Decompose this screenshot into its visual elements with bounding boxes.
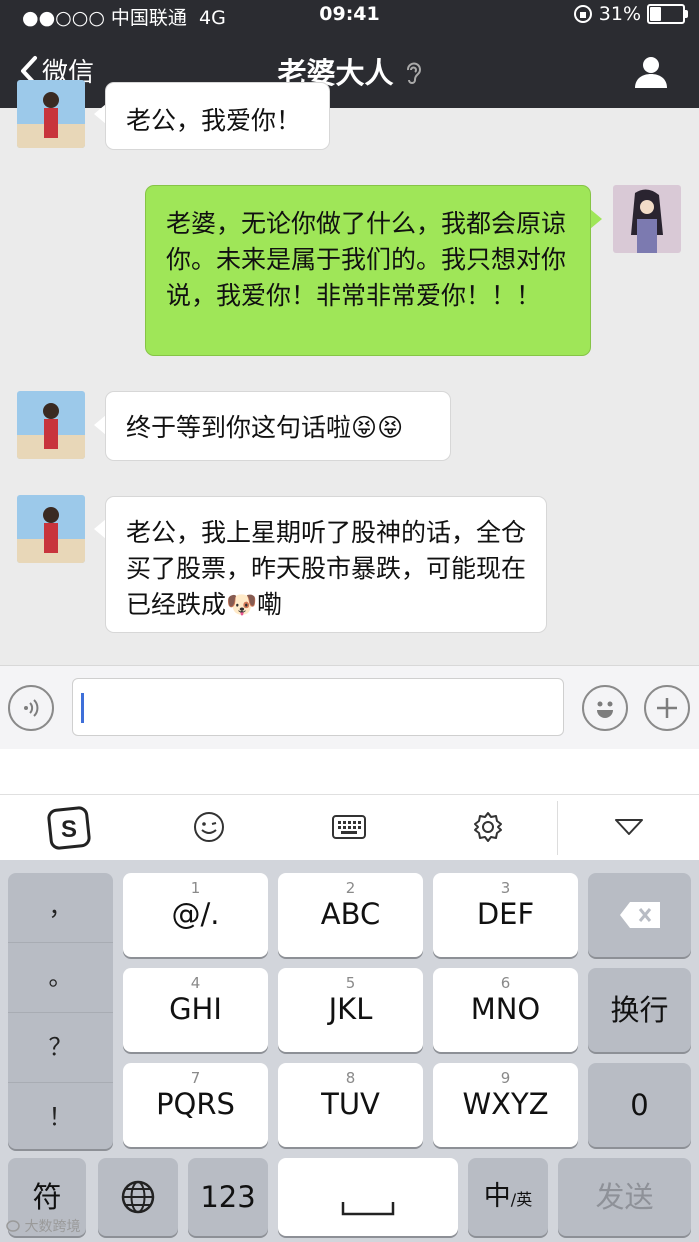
zero-label: 0 [630, 1088, 649, 1122]
key-9[interactable]: 9 WXYZ [433, 1063, 578, 1147]
keyboard: ， 。 ？ ！ 1 @/. 2 ABC 3 DEF 4 GHI 5 JKL 6 MNO 换行… [0, 860, 699, 1242]
chat-title: 老婆大人 [0, 50, 699, 92]
avatar-wife[interactable] [17, 391, 85, 459]
key-number: 6 [500, 974, 511, 992]
battery-icon [647, 4, 688, 24]
backspace-icon [619, 902, 660, 928]
message-bubble-incoming[interactable]: 老公，我爱你！ [105, 82, 330, 150]
smiley-icon[interactable] [192, 810, 226, 844]
message-bubble-incoming[interactable]: 终于等到你这句话啦😝😝 [105, 391, 451, 461]
key-label: WXYZ [462, 1087, 549, 1121]
emoji-button[interactable] [582, 685, 628, 731]
avatar-wife[interactable] [17, 80, 85, 148]
voice-button[interactable] [8, 685, 54, 731]
key-label: ABC [320, 897, 381, 931]
enter-key[interactable]: 换行 [588, 968, 691, 1052]
key-number: 9 [500, 1069, 511, 1087]
lang-sub-label: /英 [510, 1190, 533, 1209]
send-label: 发送 [595, 1180, 654, 1214]
punct-key[interactable]: ！ [8, 1083, 113, 1152]
numeric-label: 123 [200, 1180, 256, 1214]
more-button[interactable] [644, 685, 690, 731]
ime-toolbar: S [0, 794, 699, 861]
backspace-key[interactable] [588, 873, 691, 957]
key-number: 8 [345, 1069, 356, 1087]
key-label: JKL [328, 992, 373, 1026]
punctuation-column: ， 。 ？ ！ [8, 873, 113, 1149]
plus-icon [657, 698, 677, 718]
svg-text:S: S [61, 816, 77, 843]
profile-button[interactable] [633, 54, 669, 90]
key-1[interactable]: 1 @/. [123, 873, 268, 957]
chat-input-bar [0, 665, 699, 750]
avatar-self[interactable] [613, 185, 681, 253]
message-text: 终于等到你这句话啦😝😝 [126, 413, 404, 442]
key-8[interactable]: 8 TUV [278, 1063, 423, 1147]
avatar-wife[interactable] [17, 495, 85, 563]
message-text: 老公，我爱你！ [126, 106, 302, 135]
message-input[interactable] [72, 678, 564, 736]
key-4[interactable]: 4 GHI [123, 968, 268, 1052]
space-key[interactable] [278, 1158, 458, 1236]
key-number: 2 [345, 879, 356, 897]
keyboard-icon[interactable] [331, 813, 367, 841]
keyboard-spacer [0, 749, 699, 794]
send-key[interactable]: 发送 [558, 1158, 691, 1236]
key-label: GHI [169, 992, 222, 1026]
key-label: @/. [171, 897, 220, 931]
globe-key[interactable] [98, 1158, 178, 1236]
key-label: DEF [476, 897, 535, 931]
text-caret [81, 693, 84, 723]
key-6[interactable]: 6 MNO [433, 968, 578, 1052]
key-number: 7 [190, 1069, 201, 1087]
voice-icon [24, 699, 39, 717]
language-key[interactable]: 中/英 [468, 1158, 548, 1236]
message-bubble-outgoing[interactable]: 老婆，无论你做了什么，我都会原谅你。未来是属于我们的。我只想对你说，我爱你！非常… [145, 185, 591, 356]
punct-key[interactable]: ， [8, 873, 113, 943]
key-label: TUV [321, 1087, 380, 1121]
watermark-text: 大数跨境 [24, 1219, 81, 1235]
battery-percent: 31% [598, 3, 641, 25]
ear-icon [406, 62, 421, 84]
key-7[interactable]: 7 PQRS [123, 1063, 268, 1147]
numeric-key[interactable]: 123 [188, 1158, 268, 1236]
gear-icon[interactable] [471, 810, 505, 844]
key-number: 1 [190, 879, 201, 897]
orientation-lock-icon [573, 5, 592, 23]
punct-key[interactable]: ？ [8, 1013, 113, 1083]
toolbar-divider [557, 801, 558, 855]
key-2[interactable]: 2 ABC [278, 873, 423, 957]
key-number: 5 [345, 974, 356, 992]
status-bar: ●●○○○ 中国联通 4G 09:41 31% [0, 0, 699, 30]
message-bubble-incoming[interactable]: 老公，我上星期听了股神的话，全仓买了股票，昨天股市暴跌，可能现在已经跌成🐶嘞 [105, 496, 547, 633]
smiley-icon [597, 701, 613, 718]
key-3[interactable]: 3 DEF [433, 873, 578, 957]
sogou-logo-icon[interactable]: S [47, 806, 91, 850]
key-number: 3 [500, 879, 511, 897]
message-text: 老婆，无论你做了什么，我都会原谅你。未来是属于我们的。我只想对你说，我爱你！非常… [166, 209, 567, 310]
key-number: 4 [190, 974, 201, 992]
chat-watermark-icon [6, 1220, 20, 1232]
globe-icon [121, 1180, 155, 1214]
key-label: PQRS [156, 1087, 235, 1121]
key-label: MNO [470, 992, 541, 1026]
key-5[interactable]: 5 JKL [278, 968, 423, 1052]
message-text: 老公，我上星期听了股神的话，全仓买了股票，昨天股市暴跌，可能现在已经跌成🐶嘞 [126, 518, 527, 619]
symbol-label: 符 [32, 1180, 62, 1214]
lang-main-label: 中 [483, 1181, 511, 1212]
bubble-tail [590, 209, 602, 229]
punct-key[interactable]: 。 [8, 943, 113, 1013]
collapse-triangle-icon[interactable] [614, 818, 644, 838]
key-0[interactable]: 0 [588, 1063, 691, 1147]
watermark: 大数跨境 [6, 1216, 80, 1236]
enter-label: 换行 [610, 993, 669, 1027]
space-icon [341, 1202, 395, 1216]
